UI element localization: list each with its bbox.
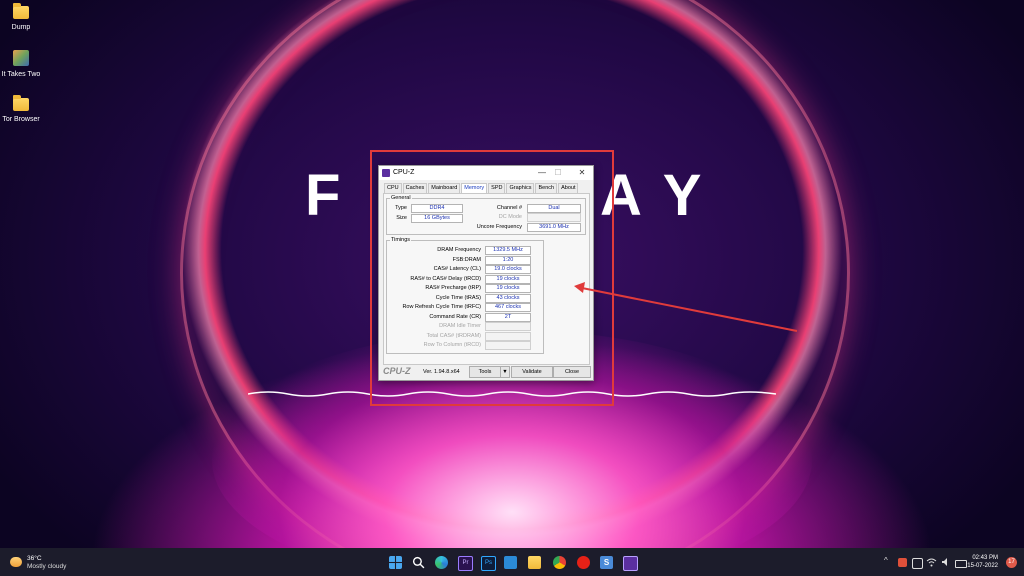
folder-icon xyxy=(13,95,29,111)
search-icon[interactable] xyxy=(412,556,425,569)
desktop-icon-label: Tor Browser xyxy=(2,116,40,123)
sublime-icon[interactable]: S xyxy=(600,556,613,569)
file-explorer-icon[interactable] xyxy=(528,556,541,569)
wifi-icon[interactable] xyxy=(926,557,937,567)
chrome-icon[interactable] xyxy=(553,556,566,569)
weather-temperature: 36°C xyxy=(27,555,42,562)
edge-icon[interactable] xyxy=(435,556,448,569)
tray-chevron-icon[interactable]: ^ xyxy=(884,556,888,565)
game-icon xyxy=(13,50,29,66)
weather-cloud-icon xyxy=(10,557,22,567)
taskbar: 36°C Mostly cloudy Pr Ps S ^ 02:43 PM 15… xyxy=(0,548,1024,576)
clock-date: 15-07-2022 xyxy=(967,563,998,569)
cpuz-icon[interactable] xyxy=(623,556,638,571)
notification-badge[interactable]: 17 xyxy=(1006,557,1017,568)
taskbar-clock[interactable]: 02:43 PM 15-07-2022 xyxy=(966,554,998,570)
youtube-icon[interactable] xyxy=(577,556,590,569)
desktop-icon-label: Dump xyxy=(11,24,31,31)
tray-app-icon-2[interactable] xyxy=(912,558,923,569)
desktop-icon-label: It Takes Two xyxy=(1,71,41,78)
terminal-icon[interactable] xyxy=(504,556,517,569)
desktop-icon-dump[interactable]: Dump xyxy=(0,3,42,31)
windows-start-icon[interactable] xyxy=(389,556,402,569)
folder-icon xyxy=(13,3,29,19)
clock-time: 02:43 PM xyxy=(972,555,998,561)
desktop-icon-tor-browser[interactable]: Tor Browser xyxy=(0,95,42,123)
tray-app-icon[interactable] xyxy=(898,558,907,567)
wallpaper-letter-left: F xyxy=(305,163,345,228)
wallpaper-letters-right: A Y xyxy=(600,163,706,228)
desktop-icon-it-takes-two[interactable]: It Takes Two xyxy=(0,50,42,78)
desktop: F A Y Dump It Takes Two Tor Browser CPU-… xyxy=(0,0,1024,548)
volume-icon[interactable] xyxy=(941,557,951,567)
annotation-highlight-box xyxy=(370,150,614,406)
weather-description: Mostly cloudy xyxy=(27,563,67,570)
premiere-icon[interactable]: Pr xyxy=(458,556,473,571)
photoshop-icon[interactable]: Ps xyxy=(481,556,496,571)
